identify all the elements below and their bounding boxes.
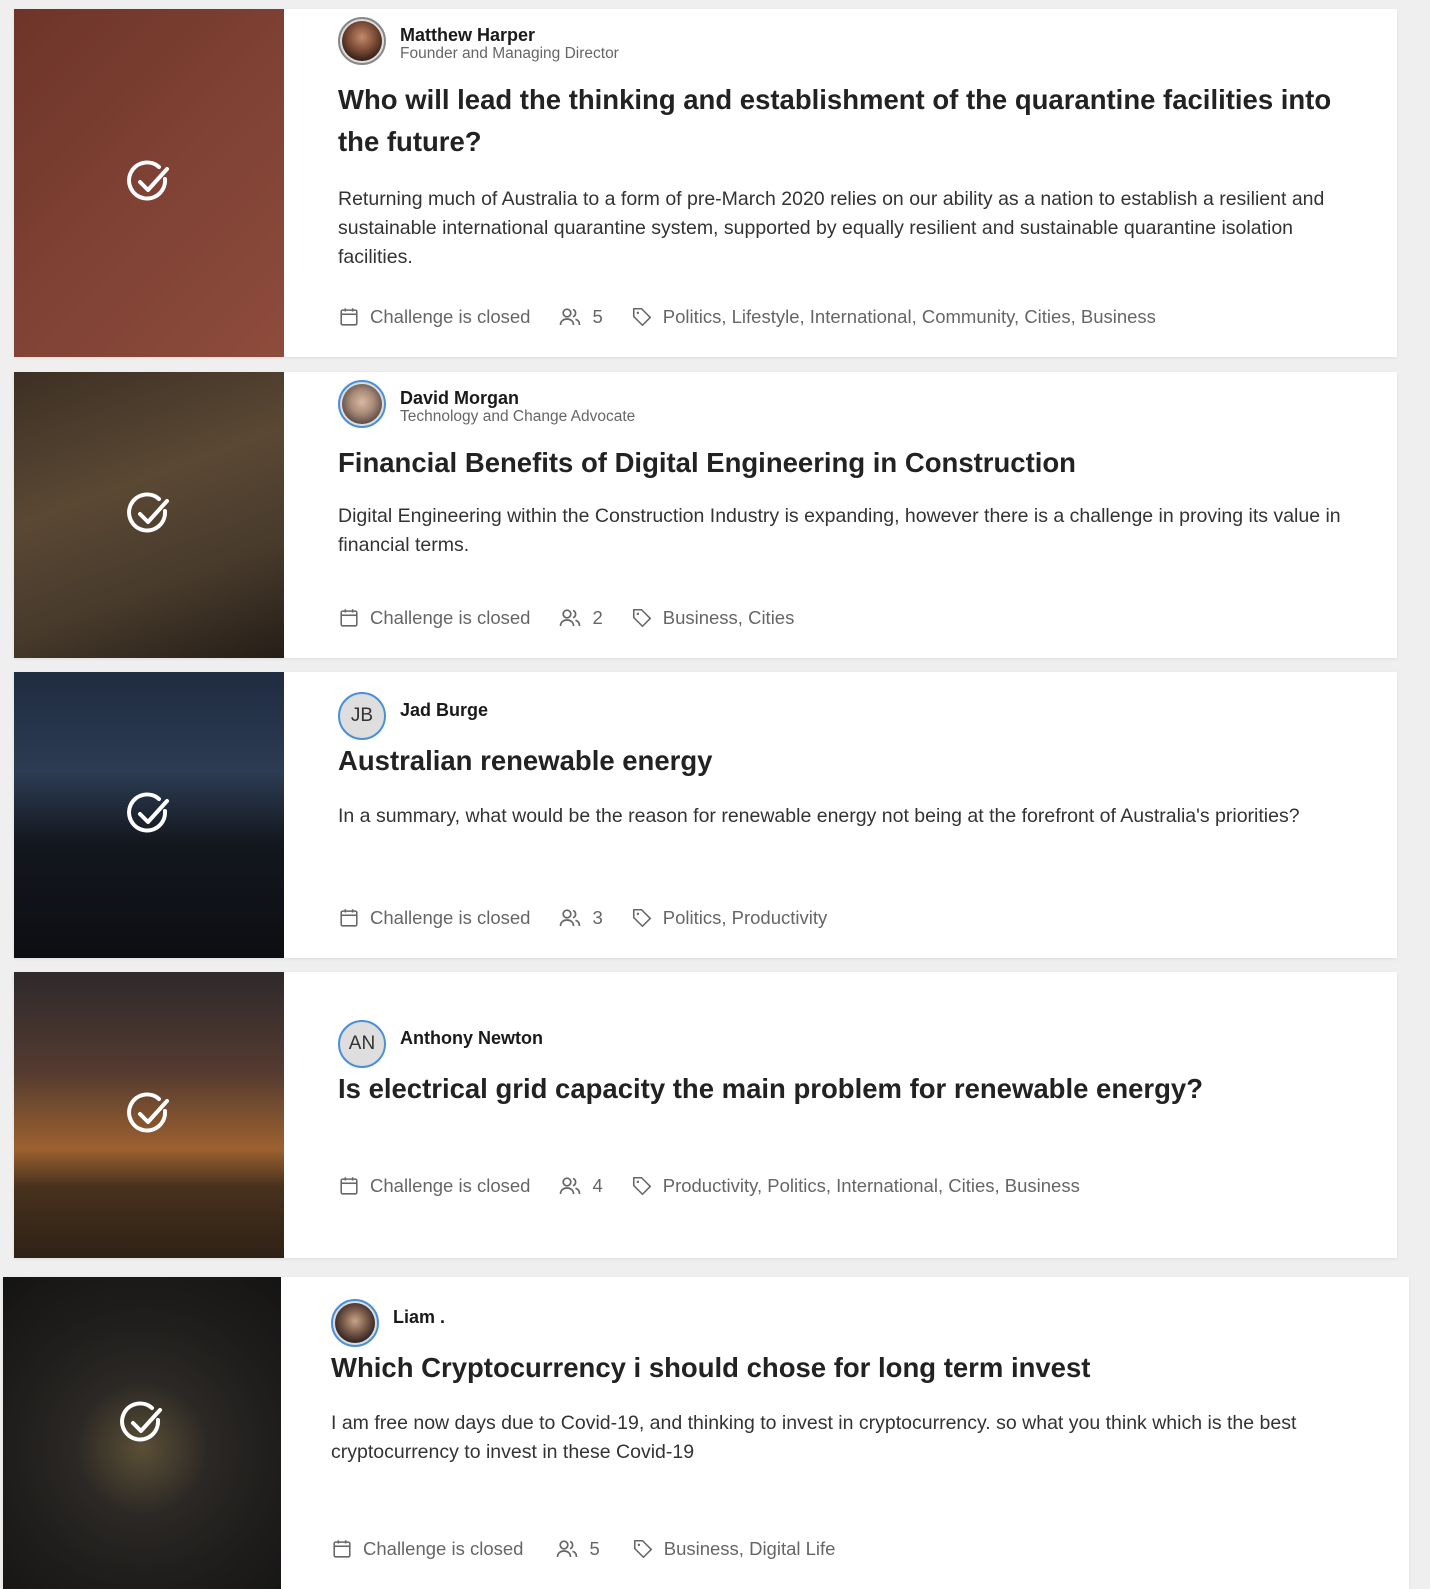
author-block[interactable]: Matthew Harper Founder and Managing Dire… (338, 17, 1367, 65)
tags-list: Politics, Productivity (662, 907, 828, 928)
avatar[interactable] (331, 1299, 379, 1347)
users-icon (558, 906, 582, 930)
participants-count: 2 (592, 607, 603, 628)
card-content: AN Anthony Newton Is electrical grid cap… (284, 972, 1397, 1258)
challenge-thumbnail[interactable] (14, 372, 284, 658)
users-icon (558, 305, 582, 329)
calendar-icon (338, 306, 360, 328)
challenge-meta: Challenge is closed 3 Politics, Producti… (338, 906, 855, 930)
author-name: Anthony Newton (400, 1028, 543, 1048)
tag-icon (631, 907, 653, 929)
author-block[interactable]: David Morgan Technology and Change Advoc… (338, 380, 1367, 428)
challenge-title[interactable]: Who will lead the thinking and establish… (338, 79, 1367, 163)
tags-list: Business, Digital Life (663, 1538, 836, 1559)
challenge-card[interactable]: Matthew Harper Founder and Managing Dire… (14, 9, 1397, 357)
challenge-card[interactable]: AN Anthony Newton Is electrical grid cap… (14, 972, 1397, 1258)
challenge-card[interactable]: Liam . Which Cryptocurrency i should cho… (3, 1277, 1409, 1589)
tags-list: Business, Cities (662, 607, 795, 628)
author-block[interactable]: AN Anthony Newton (338, 1020, 1367, 1068)
calendar-icon (331, 1538, 353, 1560)
avatar[interactable]: AN (338, 1020, 386, 1068)
check-circle-icon (125, 491, 173, 539)
author-name: Jad Burge (400, 700, 489, 720)
challenge-description: Digital Engineering within the Construct… (338, 505, 1341, 556)
participants-count: 4 (592, 1175, 603, 1196)
author-role: Founder and Managing Director (400, 45, 619, 62)
challenge-description: Returning much of Australia to a form of… (338, 188, 1325, 268)
challenge-card[interactable]: David Morgan Technology and Change Advoc… (14, 372, 1397, 658)
calendar-icon (338, 1175, 360, 1197)
challenge-meta: Challenge is closed 4 Productivity, Poli… (338, 1174, 1108, 1198)
check-circle-icon (125, 159, 173, 207)
calendar-icon (338, 607, 360, 629)
users-icon (558, 606, 582, 630)
check-circle-icon (118, 1400, 166, 1448)
author-block[interactable]: JB Jad Burge (338, 692, 1367, 740)
check-circle-icon (125, 791, 173, 839)
tag-icon (631, 607, 653, 629)
challenge-description: I am free now days due to Covid-19, and … (331, 1412, 1297, 1463)
card-content: Liam . Which Cryptocurrency i should cho… (281, 1277, 1409, 1589)
challenge-meta: Challenge is closed 5 Politics, Lifestyl… (338, 305, 1184, 329)
challenge-thumbnail[interactable] (14, 672, 284, 958)
avatar-initials: JB (350, 705, 374, 726)
tag-icon (631, 1175, 653, 1197)
challenge-card[interactable]: JB Jad Burge Australian renewable energy… (14, 672, 1397, 958)
card-content: David Morgan Technology and Change Advoc… (284, 372, 1397, 658)
challenge-title[interactable]: Is electrical grid capacity the main pro… (338, 1068, 1367, 1110)
participants-count: 5 (589, 1538, 600, 1559)
avatar-initials: AN (348, 1033, 376, 1054)
participants-count: 5 (592, 306, 603, 327)
tag-icon (632, 1538, 654, 1560)
author-name: Matthew Harper (400, 25, 536, 45)
avatar[interactable] (338, 17, 386, 65)
status-text: Challenge is closed (370, 907, 531, 928)
tag-icon (631, 306, 653, 328)
card-content: Matthew Harper Founder and Managing Dire… (284, 9, 1397, 357)
participants-count: 3 (592, 907, 603, 928)
card-content: JB Jad Burge Australian renewable energy… (284, 672, 1397, 958)
status-text: Challenge is closed (370, 1175, 531, 1196)
author-block[interactable]: Liam . (331, 1299, 1379, 1347)
calendar-icon (338, 907, 360, 929)
tags-list: Politics, Lifestyle, International, Comm… (662, 306, 1156, 327)
avatar[interactable] (338, 380, 386, 428)
users-icon (555, 1537, 579, 1561)
challenge-description: In a summary, what would be the reason f… (338, 805, 1300, 827)
status-text: Challenge is closed (363, 1538, 524, 1559)
challenge-title[interactable]: Which Cryptocurrency i should chose for … (331, 1347, 1379, 1389)
status-text: Challenge is closed (370, 607, 531, 628)
users-icon (558, 1174, 582, 1198)
challenge-thumbnail[interactable] (14, 9, 284, 357)
challenge-meta: Challenge is closed 5 Business, Digital … (331, 1537, 863, 1561)
challenge-title[interactable]: Financial Benefits of Digital Engineerin… (338, 442, 1367, 484)
challenge-thumbnail[interactable] (14, 972, 284, 1258)
check-circle-icon (125, 1091, 173, 1139)
author-name: Liam . (393, 1307, 446, 1327)
challenge-title[interactable]: Australian renewable energy (338, 740, 1367, 782)
status-text: Challenge is closed (370, 306, 531, 327)
challenge-thumbnail[interactable] (3, 1277, 281, 1589)
tags-list: Productivity, Politics, International, C… (662, 1175, 1080, 1196)
author-name: David Morgan (400, 388, 520, 408)
author-role: Technology and Change Advocate (400, 408, 636, 425)
challenge-meta: Challenge is closed 2 Business, Cities (338, 606, 822, 630)
avatar[interactable]: JB (338, 692, 386, 740)
